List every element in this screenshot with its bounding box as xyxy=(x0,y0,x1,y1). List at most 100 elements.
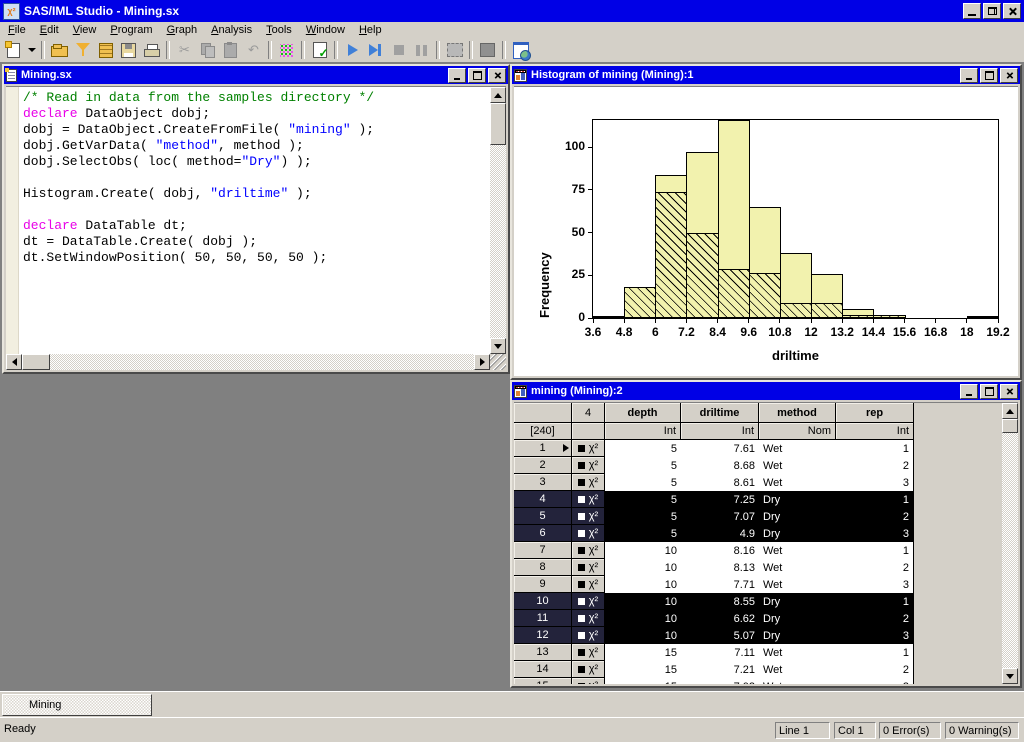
column-header-depth[interactable]: depth xyxy=(605,403,681,423)
table-close-button[interactable] xyxy=(1000,384,1018,399)
cell-method[interactable]: Wet xyxy=(759,559,836,576)
cell-driltime[interactable]: 7.25 xyxy=(681,491,759,508)
cell-rep[interactable]: 2 xyxy=(836,559,914,576)
cell-driltime[interactable]: 7.02 xyxy=(681,678,759,684)
row-header[interactable]: 4 xyxy=(514,491,572,508)
column-header-method[interactable]: method xyxy=(759,403,836,423)
cell-method[interactable]: Wet xyxy=(759,661,836,678)
cell-rep[interactable]: 3 xyxy=(836,678,914,684)
editor-close-button[interactable] xyxy=(488,68,506,83)
menu-item-help[interactable]: Help xyxy=(352,23,389,37)
cell-driltime[interactable]: 7.71 xyxy=(681,576,759,593)
code-line[interactable]: dt = DataTable.Create( dobj ); xyxy=(23,234,488,250)
filter-data-button[interactable] xyxy=(71,39,94,61)
table-row[interactable]: 4χ²57.25Dry1 xyxy=(514,491,914,508)
histogram-minimize-button[interactable] xyxy=(960,68,978,83)
cell-depth[interactable]: 5 xyxy=(605,474,681,491)
cell-driltime[interactable]: 7.11 xyxy=(681,644,759,661)
cell-method[interactable]: Wet xyxy=(759,576,836,593)
table-row[interactable]: 15χ²157.02Wet3 xyxy=(514,678,914,684)
menu-item-window[interactable]: Window xyxy=(299,23,352,37)
row-header[interactable]: 6 xyxy=(514,525,572,542)
cell-rep[interactable]: 3 xyxy=(836,474,914,491)
cell-driltime[interactable]: 5.07 xyxy=(681,627,759,644)
cell-rep[interactable]: 1 xyxy=(836,542,914,559)
table-row[interactable]: 11χ²106.62Dry2 xyxy=(514,610,914,627)
table-row[interactable]: 7χ²108.16Wet1 xyxy=(514,542,914,559)
cell-driltime[interactable]: 4.9 xyxy=(681,525,759,542)
cell-depth[interactable]: 5 xyxy=(605,440,681,457)
histogram-bar[interactable] xyxy=(811,274,843,318)
marker-cell[interactable]: χ² xyxy=(572,678,605,684)
code-line[interactable]: dobj.GetVarData( "method", method ); xyxy=(23,138,488,154)
histogram-bar[interactable] xyxy=(624,287,656,318)
cell-rep[interactable]: 1 xyxy=(836,491,914,508)
marker-cell[interactable]: χ² xyxy=(572,508,605,525)
paste-button[interactable] xyxy=(219,39,242,61)
histogram-bar[interactable] xyxy=(873,315,905,318)
cell-depth[interactable]: 10 xyxy=(605,627,681,644)
cell-rep[interactable]: 3 xyxy=(836,627,914,644)
row-header[interactable]: 9 xyxy=(514,576,572,593)
scroll-up-button[interactable] xyxy=(1002,403,1018,419)
cell-depth[interactable]: 10 xyxy=(605,542,681,559)
row-header[interactable]: 5 xyxy=(514,508,572,525)
app-icon[interactable]: χ² xyxy=(3,3,20,20)
row-header[interactable]: 8 xyxy=(514,559,572,576)
scroll-down-button[interactable] xyxy=(490,338,506,354)
table-row[interactable]: 14χ²157.21Wet2 xyxy=(514,661,914,678)
code-line[interactable]: dobj = DataObject.CreateFromFile( "minin… xyxy=(23,122,488,138)
main-title-bar[interactable]: χ² SAS/IML Studio - Mining.sx xyxy=(0,0,1024,22)
cell-method[interactable]: Wet xyxy=(759,678,836,684)
table-row[interactable]: 9χ²107.71Wet3 xyxy=(514,576,914,593)
cell-rep[interactable]: 1 xyxy=(836,593,914,610)
row-header[interactable]: 11 xyxy=(514,610,572,627)
cell-depth[interactable]: 5 xyxy=(605,508,681,525)
cell-method[interactable]: Dry xyxy=(759,610,836,627)
marker-cell[interactable]: χ² xyxy=(572,627,605,644)
menu-item-tools[interactable]: Tools xyxy=(259,23,299,37)
scroll-thumb[interactable] xyxy=(1002,419,1018,433)
histogram-maximize-button[interactable] xyxy=(980,68,998,83)
histogram-bar[interactable] xyxy=(842,309,874,318)
marker-cell[interactable]: χ² xyxy=(572,644,605,661)
marker-cell[interactable]: χ² xyxy=(572,610,605,627)
run-program-button[interactable] xyxy=(341,39,364,61)
table-title-bar[interactable]: mining (Mining):2 xyxy=(512,382,1020,400)
column-header-driltime[interactable]: driltime xyxy=(681,403,759,423)
histogram-close-button[interactable] xyxy=(1000,68,1018,83)
row-header[interactable]: 7 xyxy=(514,542,572,559)
cell-rep[interactable]: 2 xyxy=(836,610,914,627)
histogram-title-bar[interactable]: Histogram of mining (Mining):1 xyxy=(512,66,1020,84)
cell-rep[interactable]: 2 xyxy=(836,457,914,474)
library-button[interactable] xyxy=(94,39,117,61)
cell-method[interactable]: Wet xyxy=(759,644,836,661)
marker-cell[interactable]: χ² xyxy=(572,491,605,508)
cell-depth[interactable]: 15 xyxy=(605,678,681,684)
scroll-thumb[interactable] xyxy=(490,103,506,145)
cell-depth[interactable]: 15 xyxy=(605,661,681,678)
marker-cell[interactable]: χ² xyxy=(572,457,605,474)
cell-depth[interactable]: 5 xyxy=(605,491,681,508)
histogram-bar[interactable] xyxy=(780,253,812,318)
code-line[interactable] xyxy=(23,170,488,186)
close-button[interactable] xyxy=(1003,3,1021,19)
cell-rep[interactable]: 3 xyxy=(836,525,914,542)
editor-title-bar[interactable]: Mining.sx xyxy=(4,66,508,84)
menu-item-program[interactable]: Program xyxy=(103,23,159,37)
cell-driltime[interactable]: 6.62 xyxy=(681,610,759,627)
histogram-bar[interactable] xyxy=(749,207,781,318)
data-grid-button[interactable] xyxy=(275,39,298,61)
cell-depth[interactable]: 5 xyxy=(605,457,681,474)
cell-method[interactable]: Dry xyxy=(759,593,836,610)
marker-cell[interactable]: χ² xyxy=(572,559,605,576)
table-row[interactable]: 13χ²157.11Wet1 xyxy=(514,644,914,661)
cell-driltime[interactable]: 8.68 xyxy=(681,457,759,474)
cell-driltime[interactable]: 8.55 xyxy=(681,593,759,610)
scroll-thumb[interactable] xyxy=(22,354,50,370)
cell-method[interactable]: Dry xyxy=(759,508,836,525)
editor-minimize-button[interactable] xyxy=(448,68,466,83)
row-header[interactable]: 15 xyxy=(514,678,572,684)
cell-depth[interactable]: 10 xyxy=(605,559,681,576)
cell-driltime[interactable]: 8.13 xyxy=(681,559,759,576)
